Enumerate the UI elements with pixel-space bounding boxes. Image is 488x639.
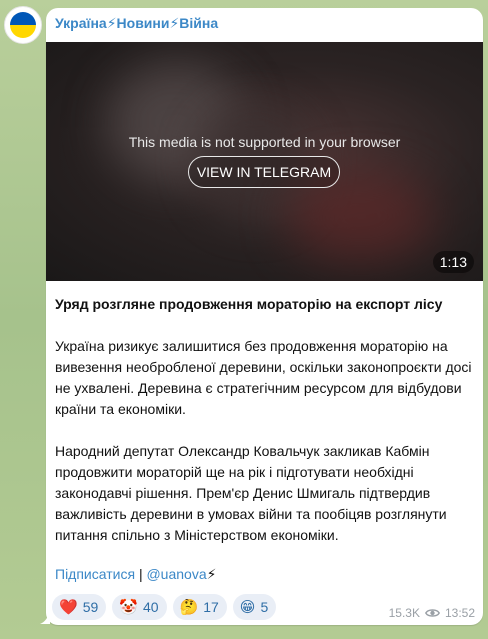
video-player[interactable]: This media is not supported in your brow… — [46, 42, 483, 281]
thinking-face-icon: 🤔 — [179, 597, 199, 616]
message-meta: 15.3K 13:52 — [389, 606, 475, 620]
reaction-thinking[interactable]: 🤔 17 — [172, 594, 227, 620]
view-count: 15.3K — [388, 606, 420, 620]
channel-name[interactable]: Україна⚡Новини⚡Війна — [55, 15, 218, 32]
subscribe-link[interactable]: Підписатися — [55, 566, 135, 582]
bubble-tail — [40, 610, 50, 624]
unsupported-media-text: This media is not supported in your brow… — [128, 134, 401, 150]
reaction-count: 59 — [82, 599, 99, 615]
message-time: 13:52 — [444, 606, 475, 620]
view-in-telegram-button[interactable]: VIEW IN TELEGRAM — [188, 156, 340, 188]
eye-icon — [424, 608, 440, 618]
post-title: Уряд розгляне продовження мораторію на е… — [55, 296, 443, 312]
post-paragraph: Україна ризикує залишитися без продовжен… — [55, 338, 472, 417]
reaction-count: 40 — [142, 599, 159, 615]
reaction-count: 5 — [260, 599, 269, 615]
reactions-bar: ❤️ 59 🤡 40 🤔 17 😁 5 — [52, 594, 277, 620]
reaction-grinning[interactable]: 😁 5 — [232, 594, 277, 620]
channel-avatar[interactable] — [4, 6, 42, 44]
reaction-clown[interactable]: 🤡 40 — [112, 594, 167, 620]
video-duration: 1:13 — [432, 251, 474, 273]
clown-icon: 🤡 — [119, 597, 138, 616]
reaction-heart[interactable]: ❤️ 59 — [52, 594, 107, 620]
lightning-icon: ⚡ — [206, 566, 217, 582]
link-separator: | — [138, 566, 143, 582]
heart-icon: ❤️ — [59, 597, 78, 616]
post-links: Підписатися | @uanova⚡ — [55, 566, 216, 583]
ukraine-flag-logo — [10, 12, 36, 38]
post-paragraph: Народний депутат Олександр Ковальчук зак… — [55, 443, 447, 543]
channel-handle-link[interactable]: @uanova — [146, 566, 206, 582]
message-bubble: Україна⚡Новини⚡Війна This media is not s… — [46, 8, 483, 625]
reaction-count: 17 — [203, 599, 219, 615]
post-text: Уряд розгляне продовження мораторію на е… — [55, 294, 475, 546]
grinning-face-icon: 😁 — [239, 597, 256, 616]
